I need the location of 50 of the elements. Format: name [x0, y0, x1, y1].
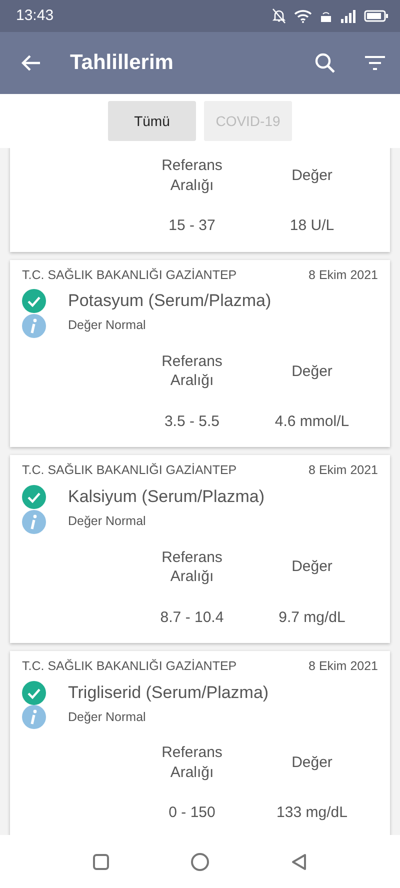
column-header: Değer	[292, 362, 332, 381]
column-header: Değer	[292, 753, 332, 772]
status-text: Değer Normal	[68, 513, 146, 530]
signal-icon	[340, 9, 356, 23]
range-text: 15 - 37	[168, 216, 216, 236]
search-icon[interactable]	[314, 52, 336, 74]
check-icon	[22, 484, 46, 509]
info-icon	[22, 705, 46, 730]
check-icon	[22, 680, 46, 704]
range-text: 3.5 - 5.5	[163, 412, 221, 432]
column-header: Referans Aralığı	[160, 743, 224, 782]
muted-bell-icon	[272, 8, 286, 24]
triangle-icon[interactable]	[290, 852, 308, 870]
result-card[interactable]: T.C. SAĞLIK BAKANLIĞI GAZİANTEP 8 Ekim 2021 Kalsiyum (Serum/Plazma) Değer Normal Referans Aralığı Değer 8.7 - 10.4 9.7 mg/dL	[10, 455, 390, 643]
result-card[interactable]: Referans Aralığı Değer 15 - 37 18 U/L	[10, 148, 390, 252]
result-card[interactable]: T.C. SAĞLIK BAKANLIĞI GAZİANTEP 8 Ekim 2021 Trigliserid (Serum/Plazma) Değer Normal Referans Aralığı Değer 0 - 150 133 mg/dL	[10, 651, 390, 835]
square-icon[interactable]	[92, 852, 110, 870]
info-icon	[22, 314, 46, 338]
date-text: 8 Ekim 2021	[308, 266, 378, 284]
status-text: Değer Normal	[68, 317, 146, 334]
result-card[interactable]: T.C. SAĞLIK BAKANLIĞI GAZİANTEP 8 Ekim 2021 Potasyum (Serum/Plazma) Değer Normal Referans Aralığı Değer 3.5 - 5.5 4.6 mmol/L	[10, 260, 390, 448]
value-text: 18 U/L	[288, 216, 336, 236]
test-name: Trigliserid (Serum/Plazma)	[68, 682, 269, 704]
column-header: Referans Aralığı	[160, 548, 224, 586]
date-text: 8 Ekim 2021	[308, 658, 378, 675]
column-header: Referans Aralığı	[160, 352, 224, 391]
institution-text: T.C. SAĞLIK BAKANLIĞI GAZİANTEP	[22, 462, 237, 480]
value-text: 133 mg/dL	[276, 803, 348, 824]
clock-text: 13:43	[16, 6, 54, 26]
column-header: Referans Aralığı	[160, 156, 224, 195]
range-text: 0 - 150	[168, 803, 216, 824]
wifi-icon	[294, 9, 312, 23]
value-text: 9.7 mg/dL	[278, 608, 346, 628]
column-header: Değer	[292, 557, 332, 577]
filter-icon[interactable]	[364, 54, 386, 72]
status-text: Değer Normal	[68, 708, 146, 726]
test-name: Kalsiyum (Serum/Plazma)	[68, 486, 264, 508]
check-icon	[22, 289, 46, 313]
range-text: 8.7 - 10.4	[159, 608, 225, 628]
battery-icon	[364, 10, 388, 22]
filter-tab[interactable]: Tümü	[108, 101, 196, 141]
institution-text: T.C. SAĞLIK BAKANLIĞI GAZİANTEP	[22, 658, 237, 675]
institution-text: T.C. SAĞLIK BAKANLIĞI GAZİANTEP	[22, 266, 237, 284]
test-name: Potasyum (Serum/Plazma)	[68, 290, 272, 312]
column-header: Değer	[292, 166, 332, 186]
circle-icon[interactable]	[190, 852, 210, 872]
value-text: 4.6 mmol/L	[274, 412, 350, 432]
page-title: Tahlillerim	[70, 50, 174, 76]
info-icon	[22, 510, 46, 534]
date-text: 8 Ekim 2021	[308, 462, 378, 480]
